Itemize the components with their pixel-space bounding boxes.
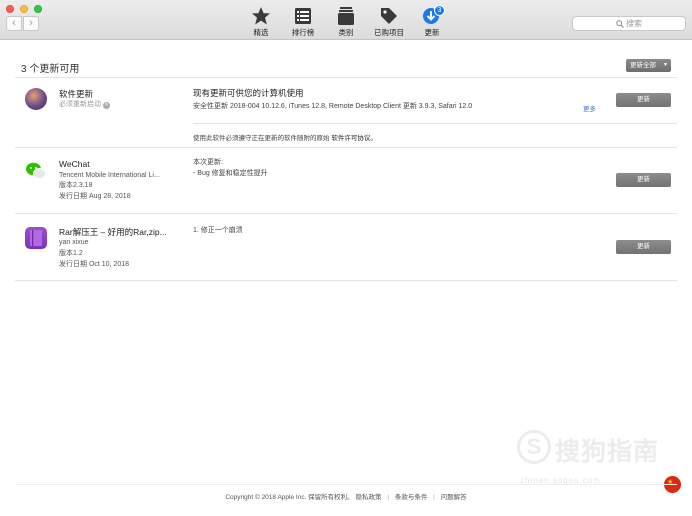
- updates-count-badge: 3: [434, 5, 445, 16]
- tab-label: 类别: [338, 28, 354, 37]
- minimize-window-button[interactable]: [20, 5, 28, 13]
- divider: [15, 147, 677, 148]
- tab-top-charts[interactable]: 排行榜: [290, 6, 316, 38]
- search-field[interactable]: 搜索: [572, 16, 686, 31]
- window-toolbar: ‹ › 精选 排行榜 类别 已购项目 3 更新 搜索: [0, 0, 692, 40]
- copyright-text: Copyright © 2018 Apple Inc. 保留所有权利。: [225, 494, 354, 501]
- tab-updates[interactable]: 3 更新: [422, 5, 445, 38]
- chevron-down-icon[interactable]: ▼: [663, 59, 668, 72]
- star-icon: [252, 7, 270, 25]
- software-update-heading: 现有更新可供您的计算机使用: [193, 88, 304, 98]
- restart-required-label: 必须重新启动: [59, 101, 101, 108]
- divider: [193, 123, 677, 124]
- tab-label: 更新: [424, 28, 440, 37]
- wechat-icon: [25, 160, 47, 182]
- release-notes-line: 1. 修正一个崩溃: [193, 227, 243, 234]
- app-version: 版本2.3.18: [59, 182, 93, 189]
- restart-required-text: 必须重新启动 ✕: [59, 100, 110, 110]
- search-placeholder: 搜索: [626, 19, 642, 28]
- app-release-date: 发行日期 Aug 28, 2018: [59, 193, 131, 200]
- footer-separator: |: [387, 494, 390, 501]
- macos-icon: [25, 88, 47, 110]
- divider: [15, 77, 677, 78]
- zoom-window-button[interactable]: [34, 5, 42, 13]
- watermark-logo: S: [517, 430, 551, 464]
- footer-separator: |: [433, 494, 435, 501]
- app-version: 版本1.2: [59, 250, 83, 257]
- stack-icon: [338, 7, 354, 25]
- software-update-detail: 安全性更新 2018-004 10.12.6, iTunes 12.8, Rem…: [193, 103, 473, 110]
- license-suffix: 。: [370, 135, 377, 142]
- more-link[interactable]: 更多: [583, 103, 596, 113]
- app-release-date: 发行日期 Oct 10, 2018: [59, 261, 130, 268]
- back-button[interactable]: ‹: [6, 16, 22, 31]
- update-button-wechat[interactable]: 更新: [616, 173, 671, 187]
- app-name[interactable]: Rar解压王 – 好用的Rar,zip...: [59, 226, 167, 238]
- app-developer: Tencent Mobile International Li...: [59, 172, 160, 179]
- updates-available-title: 3 个更新可用: [21, 64, 80, 75]
- update-all-label: 更新全部: [630, 62, 656, 69]
- update-button-rar[interactable]: 更新: [616, 240, 671, 254]
- faq-link[interactable]: 问题解答: [441, 494, 467, 501]
- tab-categories[interactable]: 类别: [336, 6, 356, 38]
- footer: Copyright © 2018 Apple Inc. 保留所有权利。 隐私政策…: [0, 491, 692, 501]
- tab-label: 精选: [253, 28, 269, 37]
- divider: [15, 484, 677, 485]
- privacy-link[interactable]: 隐私政策: [356, 494, 382, 501]
- rar-book-icon: [25, 227, 47, 249]
- tab-purchased[interactable]: 已购项目: [372, 6, 406, 38]
- license-notice: 使用此软件必须遵守正在更新的软件随附的原始 软件许可协议。: [193, 132, 377, 142]
- divider: [15, 280, 677, 281]
- search-icon: [616, 20, 624, 28]
- update-all-button[interactable]: 更新全部 ▼: [626, 59, 671, 72]
- watermark: S 搜狗指南: [517, 428, 669, 468]
- list-icon: [295, 8, 311, 24]
- release-notes-line: - Bug 修复和稳定性提升: [193, 170, 268, 177]
- close-window-button[interactable]: [6, 5, 14, 13]
- forward-button[interactable]: ›: [23, 16, 39, 31]
- release-notes-line: 本次更新:: [193, 159, 223, 166]
- update-button-software[interactable]: 更新: [616, 93, 671, 107]
- tab-label: 已购项目: [374, 28, 404, 37]
- watermark-text: 搜狗指南: [555, 438, 660, 466]
- license-link[interactable]: 软件许可协议: [331, 135, 370, 142]
- app-developer: yan xixue: [59, 239, 89, 246]
- tab-label: 排行榜: [291, 28, 315, 37]
- license-prefix: 使用此软件必须遵守正在更新的软件随附的原始: [193, 135, 330, 142]
- terms-link[interactable]: 条款与条件: [395, 494, 428, 501]
- tab-featured[interactable]: 精选: [250, 6, 272, 38]
- info-icon: ✕: [103, 102, 110, 109]
- app-name[interactable]: WeChat: [59, 159, 90, 169]
- software-update-name: 软件更新: [59, 89, 94, 99]
- tag-icon: [381, 8, 397, 24]
- divider: [15, 213, 677, 214]
